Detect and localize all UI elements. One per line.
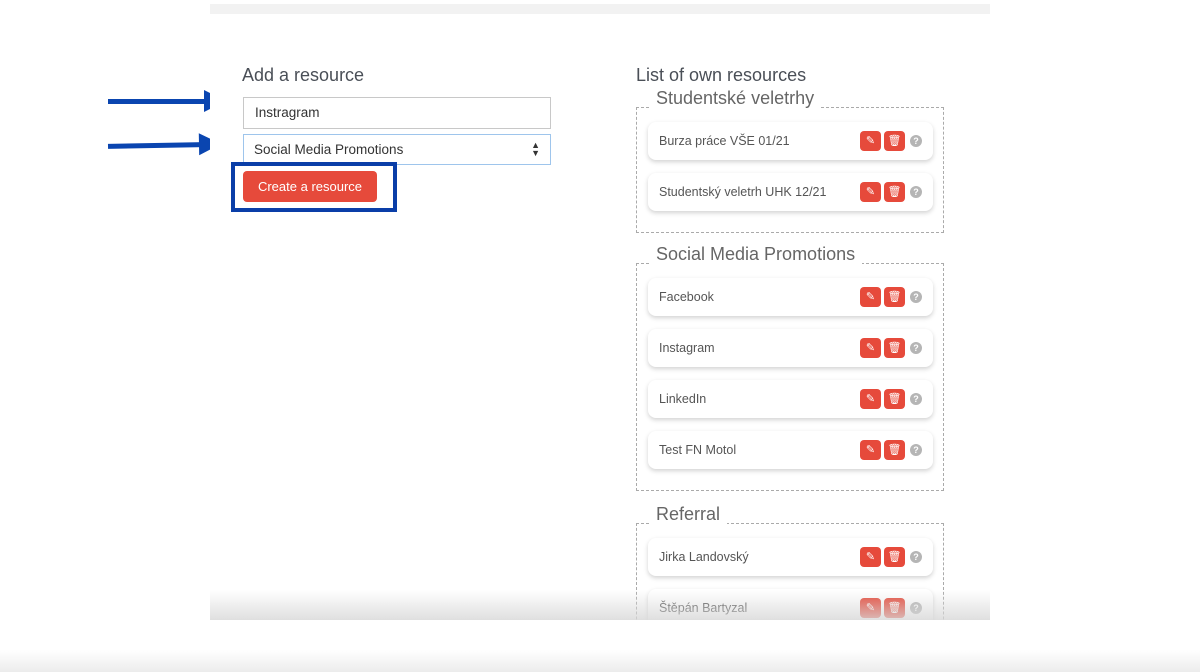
- question-circle-icon[interactable]: ?: [910, 291, 922, 303]
- resource-item-name: Štěpán Bartyzal: [659, 601, 748, 615]
- question-circle-icon[interactable]: ?: [910, 135, 922, 147]
- resource-item-name: Facebook: [659, 290, 714, 304]
- question-circle-icon[interactable]: ?: [910, 393, 922, 405]
- group-legend: Studentské veletrhy: [649, 88, 822, 109]
- group-legend: Social Media Promotions: [649, 244, 863, 265]
- main-panel: Add a resource Instragram Social Media P…: [210, 4, 990, 620]
- add-resource-title: Add a resource: [242, 65, 365, 85]
- resource-item-name: Test FN Motol: [659, 443, 737, 457]
- resource-name-input[interactable]: Instragram: [243, 97, 551, 129]
- pencil-icon[interactable]: ✎: [860, 287, 881, 307]
- create-resource-button[interactable]: Create a resource: [243, 171, 377, 202]
- resource-item: Štěpán Bartyzal ✎ 🗑 ?: [648, 589, 933, 620]
- question-circle-icon[interactable]: ?: [910, 186, 922, 198]
- category-select-value: Social Media Promotions: [254, 142, 404, 157]
- resource-group: Referral Jirka Landovský ✎ 🗑 ? Štěpán Ba…: [636, 504, 944, 620]
- resource-group: Social Media Promotions Facebook ✎ 🗑 ? I…: [636, 244, 944, 491]
- pencil-icon[interactable]: ✎: [860, 547, 881, 567]
- trash-icon[interactable]: 🗑: [884, 338, 905, 358]
- resource-item-name: Instagram: [659, 341, 715, 355]
- trash-icon[interactable]: 🗑: [884, 598, 905, 618]
- resource-item-name: LinkedIn: [659, 392, 707, 406]
- list-title: List of own resources: [636, 65, 807, 85]
- annotation-arrow-category: [107, 142, 204, 149]
- question-circle-icon[interactable]: ?: [910, 602, 922, 614]
- select-arrows-icon: ▲ ▼: [531, 140, 540, 158]
- resource-item: Jirka Landovský ✎ 🗑 ?: [648, 538, 933, 576]
- pencil-icon[interactable]: ✎: [860, 389, 881, 409]
- resource-item: Burza práce VŠE 01/21 ✎ 🗑 ?: [648, 122, 933, 160]
- resource-item: Studentský veletrh UHK 12/21 ✎ 🗑 ?: [648, 173, 933, 211]
- pencil-icon[interactable]: ✎: [860, 131, 881, 151]
- trash-icon[interactable]: 🗑: [884, 131, 905, 151]
- resource-item: LinkedIn ✎ 🗑 ?: [648, 380, 933, 418]
- resource-item: Facebook ✎ 🗑 ?: [648, 278, 933, 316]
- pencil-icon[interactable]: ✎: [860, 182, 881, 202]
- top-bar: [210, 4, 990, 14]
- resource-item: Instagram ✎ 🗑 ?: [648, 329, 933, 367]
- category-select[interactable]: Social Media Promotions ▲ ▼: [243, 134, 551, 165]
- pencil-icon[interactable]: ✎: [860, 440, 881, 460]
- trash-icon[interactable]: 🗑: [884, 287, 905, 307]
- trash-icon[interactable]: 🗑: [884, 389, 905, 409]
- trash-icon[interactable]: 🗑: [884, 440, 905, 460]
- resource-group: Studentské veletrhy Burza práce VŠE 01/2…: [636, 88, 944, 233]
- trash-icon[interactable]: 🗑: [884, 182, 905, 202]
- resource-item-name: Jirka Landovský: [659, 550, 749, 564]
- question-circle-icon[interactable]: ?: [910, 444, 922, 456]
- question-circle-icon[interactable]: ?: [910, 551, 922, 563]
- group-legend: Referral: [649, 504, 728, 525]
- resource-item: Test FN Motol ✎ 🗑 ?: [648, 431, 933, 469]
- resource-item-name: Burza práce VŠE 01/21: [659, 134, 790, 148]
- annotation-arrow-name: [108, 90, 226, 112]
- resource-item-name: Studentský veletrh UHK 12/21: [659, 185, 827, 199]
- question-circle-icon[interactable]: ?: [910, 342, 922, 354]
- pencil-icon[interactable]: ✎: [860, 598, 881, 618]
- trash-icon[interactable]: 🗑: [884, 547, 905, 567]
- pencil-icon[interactable]: ✎: [860, 338, 881, 358]
- page-bottom-shadow: [0, 650, 1200, 672]
